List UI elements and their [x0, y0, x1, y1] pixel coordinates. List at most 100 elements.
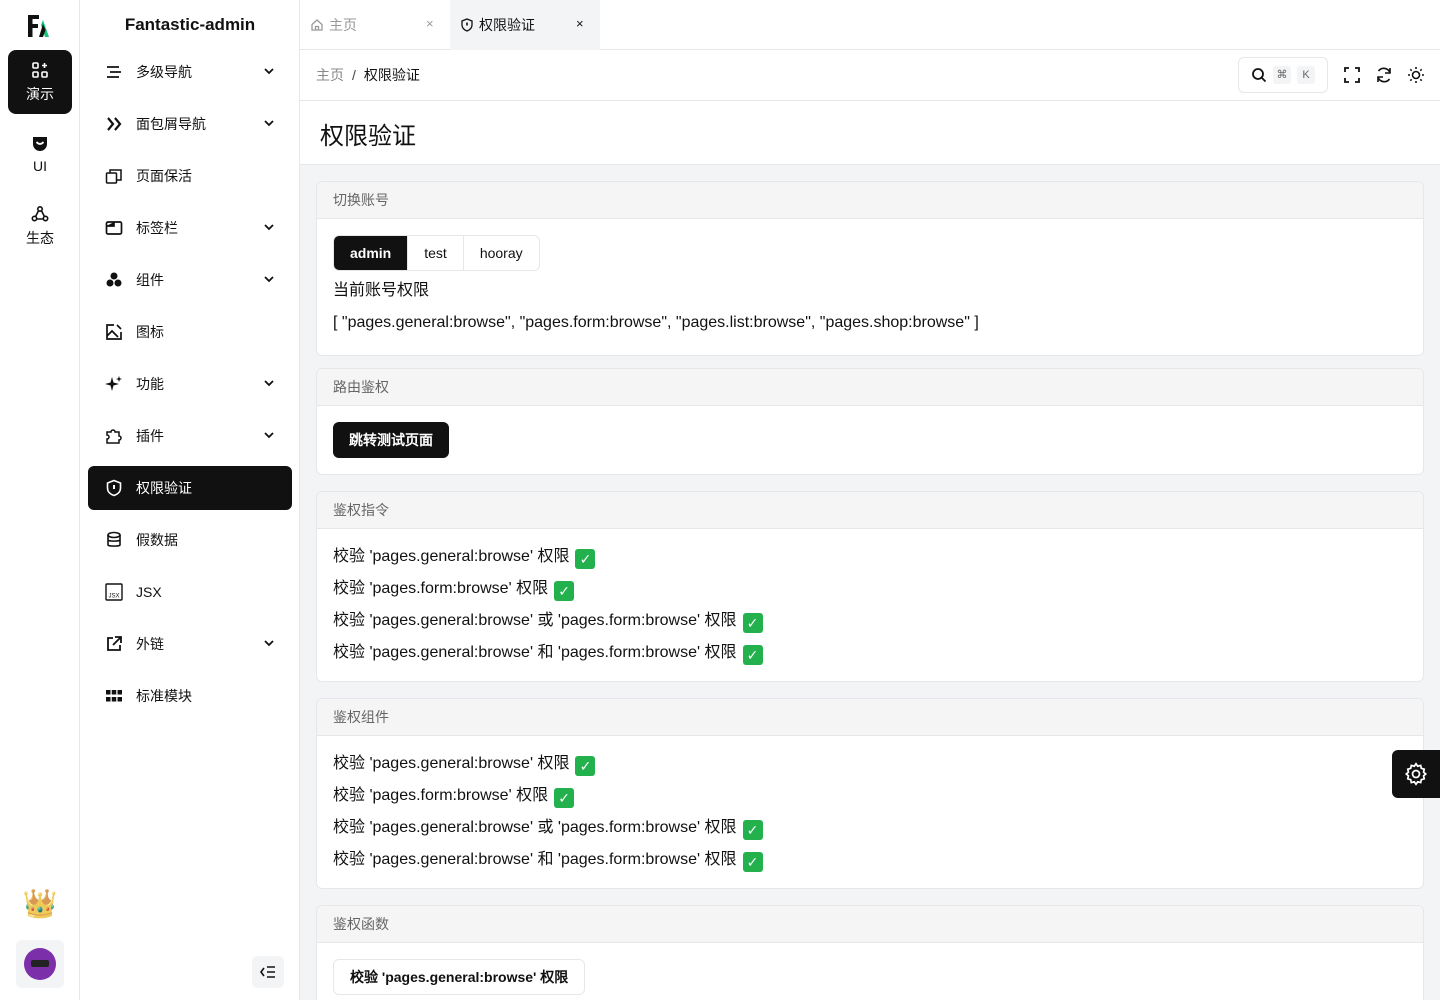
check-icon: ✓	[554, 788, 575, 808]
page-title: 权限验证	[320, 123, 416, 150]
chevron-down-icon	[264, 432, 274, 439]
refresh-icon[interactable]	[1375, 66, 1393, 84]
account-option-test[interactable]: test	[408, 236, 464, 270]
user-avatar[interactable]	[16, 940, 64, 988]
collapse-menu-icon	[260, 966, 275, 978]
sidebar-item-mock-data[interactable]: 假数据	[88, 518, 292, 562]
account-option-hooray[interactable]: hooray	[464, 236, 539, 270]
tab-label: 权限验证	[479, 17, 535, 33]
sidebar-item-label: 功能	[136, 376, 164, 392]
sidebar-item-tabbar[interactable]: 标签栏	[88, 206, 292, 250]
directive-check-line: 校验 'pages.general:browse' 权限 ✓	[333, 541, 1407, 573]
card-header: 鉴权组件	[317, 699, 1423, 736]
sidebar-item-label: 权限验证	[136, 480, 192, 496]
sidebar-item-plugins[interactable]: 插件	[88, 414, 292, 458]
fa-logo-icon[interactable]	[26, 12, 54, 40]
component-check-line: 校验 'pages.form:browse' 权限 ✓	[333, 780, 1407, 812]
sidebar-item-components[interactable]: 组件	[88, 258, 292, 302]
double-chevron-right-icon	[104, 114, 124, 134]
tab-bar: 主页 × 权限验证 ×	[300, 0, 1440, 50]
main-rail: 演示 UI 生态 👑	[0, 0, 80, 1000]
rail-item-label: 生态	[26, 230, 54, 246]
home-icon	[311, 19, 323, 31]
sidebar-item-label: 插件	[136, 428, 164, 444]
sidebar-item-label: JSX	[136, 584, 162, 600]
breadcrumb-home[interactable]: 主页	[316, 67, 344, 83]
cup-icon	[33, 137, 47, 151]
page-header: 权限验证	[300, 101, 1440, 165]
sidebar-item-keep-alive[interactable]: 页面保活	[88, 154, 292, 198]
sidebar-item-features[interactable]: 功能	[88, 362, 292, 406]
search-button[interactable]: ⌘ K	[1238, 57, 1328, 93]
component-check-line: 校验 'pages.general:browse' 或 'pages.form:…	[333, 812, 1407, 844]
directive-check-line: 校验 'pages.general:browse' 和 'pages.form:…	[333, 637, 1407, 669]
chevron-down-icon	[264, 224, 274, 231]
collapse-sidebar-button[interactable]	[252, 956, 284, 988]
chevron-down-icon	[264, 120, 274, 127]
directive-check-line: 校验 'pages.form:browse' 权限 ✓	[333, 573, 1407, 605]
image-edit-icon	[104, 322, 124, 342]
check-icon: ✓	[575, 549, 596, 569]
breadcrumb: 主页 / 权限验证	[316, 50, 420, 100]
check-permission-button[interactable]: 校验 'pages.general:browse' 权限	[333, 959, 586, 995]
external-link-icon	[104, 634, 124, 654]
card-auth-directive: 鉴权指令 校验 'pages.general:browse' 权限 ✓ 校验 'p…	[316, 491, 1424, 682]
current-permissions-label: 当前账号权限	[333, 282, 430, 299]
jsx-icon: JSX	[104, 582, 124, 602]
breadcrumb-current: 权限验证	[363, 67, 420, 83]
kbd-cmd: ⌘	[1273, 66, 1291, 84]
modules-grid-icon	[104, 686, 124, 706]
sidebar-item-label: 假数据	[136, 532, 178, 548]
puzzle-icon	[104, 426, 124, 446]
app-settings-button[interactable]	[1392, 750, 1440, 798]
sidebar-item-label: 图标	[136, 324, 164, 340]
sidebar-item-label: 多级导航	[136, 64, 192, 80]
crown-icon[interactable]: 👑	[22, 886, 58, 922]
rail-item-label: 演示	[26, 86, 54, 102]
toolbar: 主页 / 权限验证 ⌘ K	[300, 50, 1440, 101]
windows-stack-icon	[104, 166, 124, 186]
tab-home[interactable]: 主页 ×	[300, 0, 450, 50]
card-header: 鉴权函数	[317, 906, 1423, 943]
card-auth-function: 鉴权函数 校验 'pages.general:browse' 权限	[316, 905, 1424, 1000]
rail-item-demo[interactable]: 演示	[8, 50, 72, 114]
sidebar-item-multilevel-nav[interactable]: 多级导航	[88, 50, 292, 94]
chevron-down-icon	[264, 68, 274, 75]
component-check-line: 校验 'pages.general:browse' 权限 ✓	[333, 748, 1407, 780]
goto-test-page-button[interactable]: 跳转测试页面	[333, 422, 449, 458]
sidebar-item-jsx[interactable]: JSX JSX	[88, 570, 292, 614]
kbd-k: K	[1297, 66, 1315, 84]
app-title: Fantastic-admin	[124, 15, 256, 34]
rail-item-label: UI	[33, 158, 47, 174]
sidebar-item-label: 标签栏	[136, 220, 178, 236]
sidebar-item-permission[interactable]: 权限验证	[88, 466, 292, 510]
close-icon[interactable]: ×	[576, 17, 588, 30]
chevron-down-icon	[264, 276, 274, 283]
check-icon: ✓	[742, 645, 763, 665]
check-icon: ✓	[742, 820, 763, 840]
search-icon	[1252, 68, 1267, 83]
tab-window-icon	[104, 218, 124, 238]
sidebar-item-standard-modules[interactable]: 标准模块	[88, 674, 292, 718]
rail-item-ui[interactable]: UI	[8, 122, 72, 186]
account-option-admin[interactable]: admin	[334, 236, 409, 270]
card-switch-account: 切换账号 admin test hooray 当前账号权限 [ "pages.g…	[316, 181, 1424, 356]
sun-icon[interactable]	[1407, 66, 1425, 84]
chevron-down-icon	[264, 640, 274, 647]
close-icon[interactable]: ×	[426, 17, 438, 30]
fullscreen-icon[interactable]	[1343, 66, 1361, 84]
database-icon	[104, 530, 124, 550]
component-check-line: 校验 'pages.general:browse' 和 'pages.form:…	[333, 844, 1407, 876]
ecosystem-icon	[31, 205, 49, 222]
main-content: 切换账号 admin test hooray 当前账号权限 [ "pages.g…	[300, 165, 1440, 1000]
sidebar-item-icons[interactable]: 图标	[88, 310, 292, 354]
sidebar-item-breadcrumb-nav[interactable]: 面包屑导航	[88, 102, 292, 146]
card-auth-component: 鉴权组件 校验 'pages.general:browse' 权限 ✓ 校验 'p…	[316, 698, 1424, 889]
rail-item-ecosystem[interactable]: 生态	[8, 194, 72, 258]
sidebar-item-label: 外链	[136, 636, 164, 652]
check-icon: ✓	[742, 613, 763, 633]
sidebar-item-label: 页面保活	[136, 168, 192, 184]
sidebar-item-external-link[interactable]: 外链	[88, 622, 292, 666]
tab-permission[interactable]: 权限验证 ×	[450, 0, 600, 50]
card-route-auth: 路由鉴权 跳转测试页面	[316, 368, 1424, 475]
